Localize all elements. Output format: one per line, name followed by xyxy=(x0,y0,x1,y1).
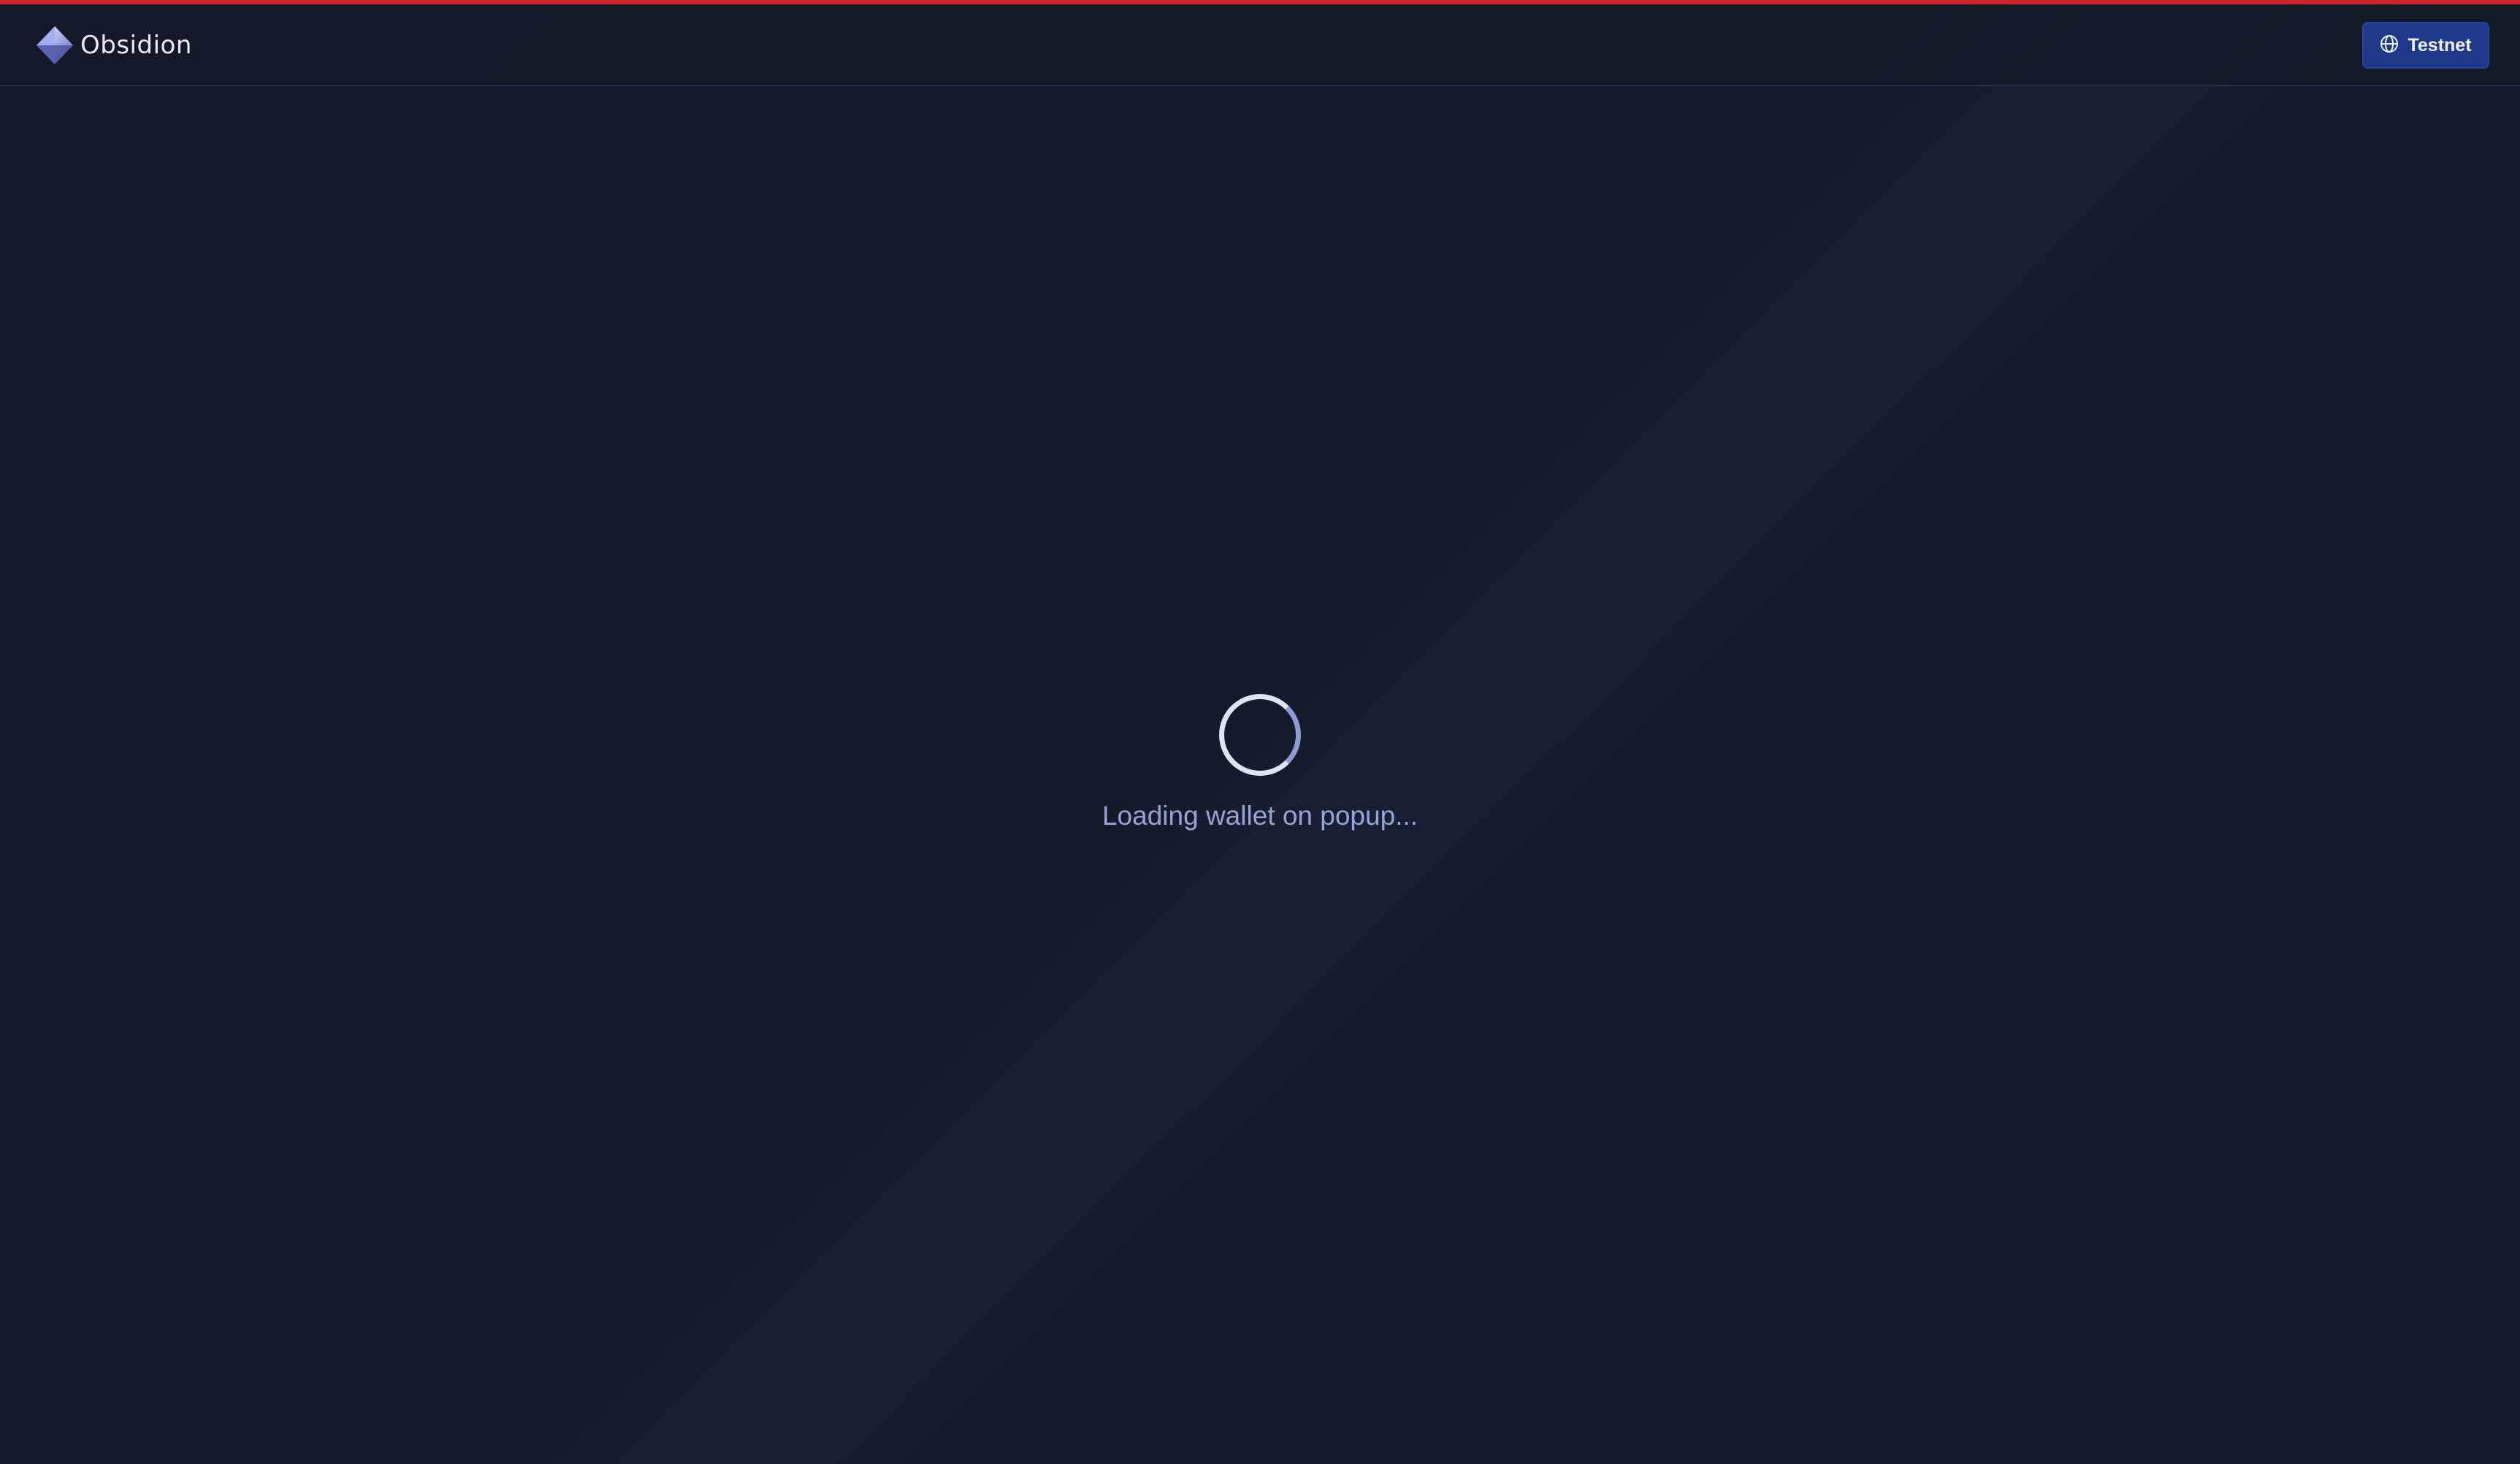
diamond-logo-icon xyxy=(35,25,75,66)
globe-icon xyxy=(2380,34,2399,57)
brand-name: Obsidion xyxy=(80,31,192,60)
brand-home-link[interactable]: Obsidion xyxy=(35,25,192,66)
network-button-label: Testnet xyxy=(2408,34,2472,56)
network-selector-button[interactable]: Testnet xyxy=(2362,22,2489,69)
app-header: Obsidion Testnet xyxy=(0,4,2520,86)
loading-message: Loading wallet on popup... xyxy=(1101,801,1418,831)
loading-spinner xyxy=(1219,694,1301,776)
loading-panel: Loading wallet on popup... xyxy=(0,694,2520,831)
